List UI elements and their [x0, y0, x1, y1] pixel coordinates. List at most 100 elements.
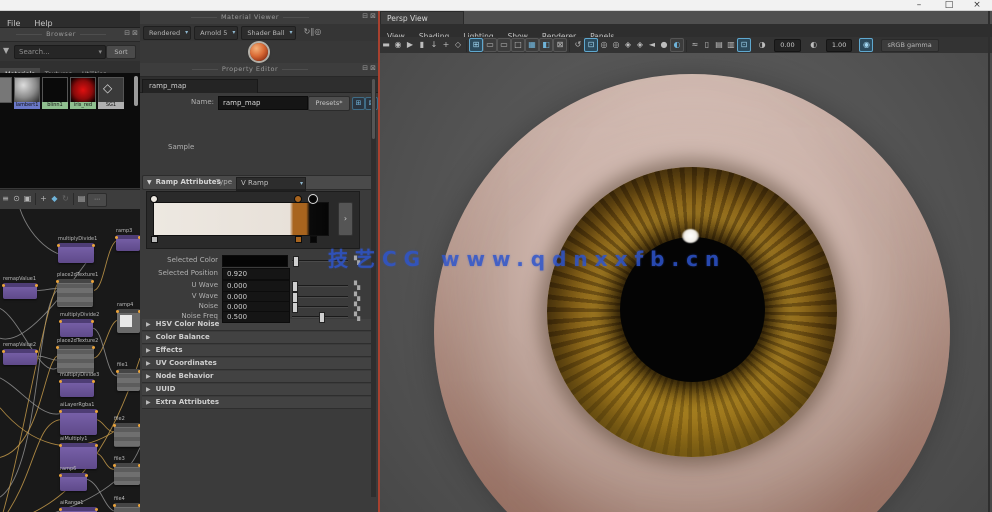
- renderer-icon[interactable]: ▬: [380, 37, 392, 52]
- node-graph[interactable]: multiplyDivide1ramp3remapValue1place2dTe…: [0, 209, 141, 512]
- back-icon[interactable]: ◄: [646, 37, 658, 52]
- bookmark-camera-icon[interactable]: ▶: [404, 37, 416, 52]
- sphere-icon[interactable]: ●: [658, 37, 670, 52]
- add-icon[interactable]: +: [440, 37, 452, 52]
- refresh-icon[interactable]: ↻: [60, 190, 71, 208]
- slider-track[interactable]: [292, 316, 348, 317]
- input-port[interactable]: [113, 504, 116, 507]
- dropdown-shader-ball[interactable]: Shader Ball▾: [241, 26, 295, 40]
- view-transform-icon[interactable]: ◉: [859, 38, 873, 52]
- use-all-lights-icon[interactable]: ⊡: [584, 38, 598, 52]
- output-port[interactable]: [35, 350, 38, 353]
- graph-node-ramp3[interactable]: ramp3: [116, 235, 140, 251]
- half-sphere-icon[interactable]: ◐: [670, 38, 684, 52]
- output-port[interactable]: [35, 284, 38, 287]
- camera-icon[interactable]: ◉: [392, 37, 404, 52]
- clipboard-icon[interactable]: ▤: [76, 190, 87, 208]
- shadows-icon[interactable]: ◈: [622, 37, 634, 52]
- map-button[interactable]: ▚: [354, 256, 360, 265]
- ramp-gradient[interactable]: [153, 202, 329, 236]
- map-button[interactable]: ▚: [354, 292, 360, 301]
- section-node-behavior[interactable]: ▶Node Behavior: [142, 371, 374, 383]
- slider-handle[interactable]: [319, 312, 325, 323]
- graph-node-multiplyDivide3[interactable]: multiplyDivide3: [60, 379, 94, 397]
- section-uv-coordinates[interactable]: ▶UV Coordinates: [142, 358, 374, 370]
- section-effects[interactable]: ▶Effects: [142, 345, 374, 357]
- material-swatch-ball[interactable]: [250, 43, 268, 61]
- input-port[interactable]: [59, 380, 62, 383]
- dropdown-rendered[interactable]: Rendered▾: [143, 26, 191, 40]
- snap-icon[interactable]: ↓: [428, 37, 440, 52]
- material-swatch-iris_red[interactable]: iris_red: [70, 77, 96, 103]
- slider-track[interactable]: [292, 260, 348, 261]
- graph-node-multiplyDivide2[interactable]: multiplyDivide2: [60, 319, 93, 337]
- popout-icon[interactable]: ⊠: [370, 64, 376, 72]
- bookmarks-button[interactable]: ⋯: [87, 193, 107, 207]
- node-name-field[interactable]: ramp_map: [218, 96, 308, 110]
- input-port[interactable]: [2, 350, 5, 353]
- collapse-icon[interactable]: ⊟: [362, 12, 368, 20]
- save-icon[interactable]: ▣: [22, 190, 33, 208]
- graph-node-file3[interactable]: file3: [114, 463, 140, 485]
- maximize-button[interactable]: □: [936, 0, 962, 10]
- input-port[interactable]: [2, 284, 5, 287]
- exposure-icon[interactable]: ◑: [756, 37, 768, 52]
- map-button[interactable]: ▚: [354, 312, 360, 321]
- section-uuid[interactable]: ▶UUID: [142, 384, 374, 396]
- sort-button[interactable]: Sort: [106, 45, 136, 59]
- input-port[interactable]: [59, 410, 62, 413]
- output-port[interactable]: [95, 444, 98, 447]
- flat-light-icon[interactable]: ◎: [598, 37, 610, 52]
- graph-node-file1[interactable]: file1: [117, 369, 140, 391]
- collapse-icon[interactable]: ⊟: [124, 29, 130, 37]
- minimize-button[interactable]: –: [906, 0, 932, 10]
- ramp-stop-handle[interactable]: [309, 195, 317, 203]
- slider-track[interactable]: [292, 296, 348, 297]
- shaded-icon[interactable]: ▭: [483, 38, 497, 52]
- isolate-icon[interactable]: ◇: [452, 37, 464, 52]
- aa-icon[interactable]: ▤: [713, 37, 725, 52]
- slider-track[interactable]: [292, 285, 348, 286]
- graph-node-file4[interactable]: file4: [114, 503, 140, 512]
- type-dropdown[interactable]: V Ramp▾: [236, 177, 306, 190]
- xray-icon[interactable]: ⊠: [553, 38, 567, 52]
- ramp-stop-delete[interactable]: [295, 236, 302, 243]
- output-port[interactable]: [91, 280, 94, 283]
- graph-node-aiLayerRgba1[interactable]: aiLayerRgba1: [60, 409, 97, 435]
- input-port[interactable]: [113, 424, 116, 427]
- presets-button[interactable]: Presets*: [308, 96, 350, 111]
- dropdown-arnold-5[interactable]: Arnold 5▾: [194, 26, 238, 40]
- material-swatch-SG1[interactable]: ◇SG1: [98, 77, 124, 103]
- graph-node-multiplyDivide1[interactable]: multiplyDivide1: [58, 243, 94, 263]
- input-port[interactable]: [57, 244, 60, 247]
- ramp-stop-delete[interactable]: [151, 236, 158, 243]
- input-port[interactable]: [116, 310, 119, 313]
- map-button[interactable]: ▚: [354, 281, 360, 290]
- value-field[interactable]: 0.500: [222, 311, 290, 323]
- ramp-stop-handle[interactable]: [294, 195, 302, 203]
- wireframe-icon[interactable]: ⊞: [469, 38, 483, 52]
- output-port[interactable]: [92, 244, 95, 247]
- map-button[interactable]: ▚: [354, 302, 360, 311]
- section-color-balance[interactable]: ▶Color Balance: [142, 332, 374, 344]
- browser-search-dropdown[interactable]: Search...▾: [14, 45, 106, 59]
- input-port[interactable]: [59, 320, 62, 323]
- input-port[interactable]: [59, 508, 62, 511]
- grease-pencil-icon[interactable]: ▮: [416, 37, 428, 52]
- gamma-box-icon[interactable]: ⊡: [737, 38, 751, 52]
- graph-node-ramp4[interactable]: ramp4: [117, 309, 140, 333]
- settings-icon[interactable]: ◎: [314, 27, 321, 36]
- output-port[interactable]: [95, 508, 98, 511]
- popout-icon[interactable]: ⊠: [370, 12, 376, 20]
- viewport-tab[interactable]: Persp View: [380, 11, 464, 25]
- color-swatch[interactable]: [222, 255, 288, 267]
- output-port[interactable]: [92, 346, 95, 349]
- gamma-icon[interactable]: ◐: [808, 37, 820, 52]
- viewport-canvas[interactable]: [380, 53, 992, 512]
- ramp-expand-button[interactable]: ›: [338, 202, 353, 236]
- exposure-field[interactable]: 0.00: [774, 39, 800, 52]
- input-port[interactable]: [59, 474, 62, 477]
- collapse-icon[interactable]: ⊟: [362, 64, 368, 72]
- material-swatch-partial[interactable]: [0, 77, 12, 103]
- dof-icon[interactable]: ▯: [701, 37, 713, 52]
